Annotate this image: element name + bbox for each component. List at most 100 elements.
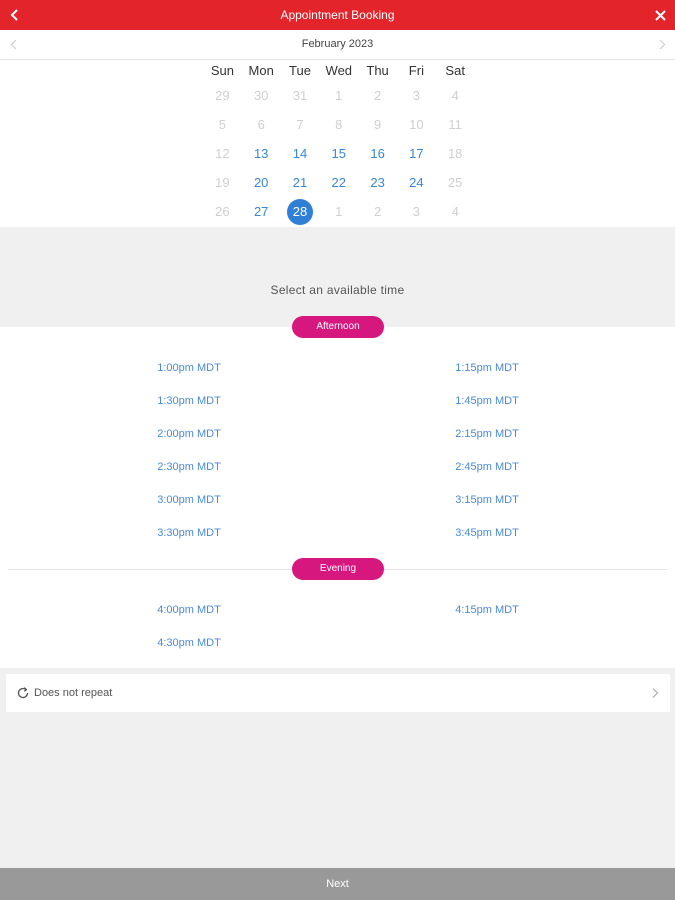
close-icon — [654, 9, 666, 21]
calendar-day-number: 27 — [253, 204, 269, 219]
time-slot[interactable]: 4:30pm MDT — [157, 637, 221, 649]
calendar-day[interactable]: 22 — [319, 168, 358, 197]
time-slot[interactable]: 1:45pm MDT — [455, 395, 519, 407]
time-slot[interactable]: 3:15pm MDT — [455, 494, 519, 506]
page-title: Appointment Booking — [280, 8, 395, 22]
calendar-day: 11 — [436, 110, 475, 139]
time-slot[interactable]: 2:45pm MDT — [455, 461, 519, 473]
calendar-day[interactable]: 17 — [397, 139, 436, 168]
calendar-day-selected[interactable]: 28 — [281, 197, 320, 226]
calendar-day: 29 — [203, 81, 242, 110]
calendar-day-number: 12 — [215, 146, 230, 161]
calendar-day[interactable]: 24 — [397, 168, 436, 197]
calendar-day: 25 — [436, 168, 475, 197]
calendar-day: 2 — [358, 81, 397, 110]
select-time-label: Select an available time — [270, 283, 405, 297]
calendar-day-number: 13 — [253, 146, 269, 161]
calendar-day-number: 10 — [409, 117, 424, 132]
calendar-day-number: 3 — [412, 204, 420, 219]
weekday-label: Thu — [366, 63, 389, 78]
calendar-day-number: 4 — [451, 204, 459, 219]
calendar-day: 9 — [358, 110, 397, 139]
calendar-day: 4 — [436, 197, 475, 226]
weekday-label: Tue — [289, 63, 311, 78]
month-label: February 2023 — [301, 38, 374, 50]
calendar-day-number: 5 — [218, 117, 227, 132]
calendar-day-number: 21 — [292, 175, 308, 190]
next-button[interactable]: Next — [0, 868, 675, 900]
calendar-day-number: 7 — [296, 117, 304, 132]
calendar-day: 7 — [281, 110, 320, 139]
next-month-button[interactable] — [649, 30, 675, 59]
calendar-day[interactable]: 20 — [242, 168, 281, 197]
calendar-day: 1 — [319, 197, 358, 226]
time-slot[interactable]: 1:30pm MDT — [157, 395, 221, 407]
time-slot[interactable]: 3:45pm MDT — [455, 527, 519, 539]
calendar-day: 3 — [397, 197, 436, 226]
calendar-day-number: 16 — [370, 146, 385, 161]
calendar-day-number: 31 — [292, 88, 308, 103]
calendar-day: 8 — [319, 110, 358, 139]
calendar-day-number: 11 — [448, 117, 462, 132]
section-label-afternoon: Afternoon — [292, 316, 384, 338]
time-slot[interactable]: 4:15pm MDT — [455, 604, 519, 616]
calendar-day-number: 18 — [447, 146, 463, 161]
weekday-label: Mon — [248, 63, 274, 78]
calendar-day-number: 28 — [292, 204, 308, 219]
calendar-day: 30 — [242, 81, 281, 110]
calendar-day: 31 — [281, 81, 320, 110]
calendar-day-number: 6 — [257, 117, 265, 132]
calendar-day-number: 3 — [412, 88, 420, 103]
header-bar: Appointment Booking — [0, 0, 675, 30]
repeat-label: Does not repeat — [34, 687, 113, 699]
calendar-day: 19 — [203, 168, 242, 197]
calendar-day[interactable]: 23 — [358, 168, 397, 197]
calendar-day-number: 24 — [409, 175, 424, 190]
calendar-day-number: 26 — [215, 204, 230, 219]
calendar-day[interactable]: 27 — [242, 197, 281, 226]
weekday-label: Wed — [325, 63, 353, 78]
calendar-day-number: 17 — [409, 146, 424, 161]
calendar-day: 3 — [397, 81, 436, 110]
close-button[interactable] — [645, 0, 675, 30]
calendar-day[interactable]: 15 — [319, 139, 358, 168]
time-slots: Afternoon 1:00pm MDT 1:30pm MDT 2:00pm MDT 2… — [0, 316, 675, 668]
time-slot[interactable]: 2:30pm MDT — [157, 461, 221, 473]
calendar-day[interactable]: 14 — [281, 139, 320, 168]
calendar: February 2023 Sun Mon Tue Wed Thu Fri Sat 29 30 3… — [0, 30, 675, 227]
calendar-day-number: 1 — [335, 204, 343, 219]
calendar-day-number: 30 — [253, 88, 269, 103]
calendar-day-number: 4 — [451, 88, 459, 103]
calendar-day: 1 — [319, 81, 358, 110]
month-header: February 2023 — [0, 30, 675, 60]
repeat-option[interactable]: Does not repeat — [6, 674, 670, 712]
calendar-day: 12 — [203, 139, 242, 168]
time-slot[interactable]: 3:30pm MDT — [157, 527, 221, 539]
calendar-day[interactable]: 21 — [281, 168, 320, 197]
time-slot[interactable]: 2:15pm MDT — [455, 428, 519, 440]
calendar-day-number: 9 — [373, 117, 382, 132]
calendar-day-number: 1 — [335, 88, 343, 103]
time-slot[interactable]: 1:15pm MDT — [455, 362, 519, 374]
calendar-day-number: 23 — [370, 175, 385, 190]
calendar-day-number: 25 — [447, 175, 463, 190]
time-slot[interactable]: 1:00pm MDT — [157, 362, 221, 374]
calendar-day: 2 — [358, 197, 397, 226]
calendar-day-number: 2 — [373, 88, 382, 103]
chevron-right-icon — [659, 39, 665, 50]
section-label-evening: Evening — [292, 558, 384, 580]
calendar-day-number: 20 — [253, 175, 269, 190]
calendar-day[interactable]: 16 — [358, 139, 397, 168]
calendar-day: 10 — [397, 110, 436, 139]
calendar-day-number: 8 — [335, 117, 343, 132]
calendar-day-number: 29 — [215, 88, 230, 103]
calendar-day: 4 — [436, 81, 475, 110]
calendar-day: 18 — [436, 139, 475, 168]
time-slot[interactable]: 3:00pm MDT — [157, 494, 221, 506]
time-slot[interactable]: 4:00pm MDT — [157, 604, 221, 616]
calendar-day-number: 19 — [215, 175, 230, 190]
refresh-icon — [17, 687, 29, 699]
calendar-grid: Sun Mon Tue Wed Thu Fri Sat 29 30 31 1 2 3 4 5 6 7 8 9 10 11… — [203, 61, 475, 226]
calendar-day[interactable]: 13 — [242, 139, 281, 168]
time-slot[interactable]: 2:00pm MDT — [157, 428, 221, 440]
